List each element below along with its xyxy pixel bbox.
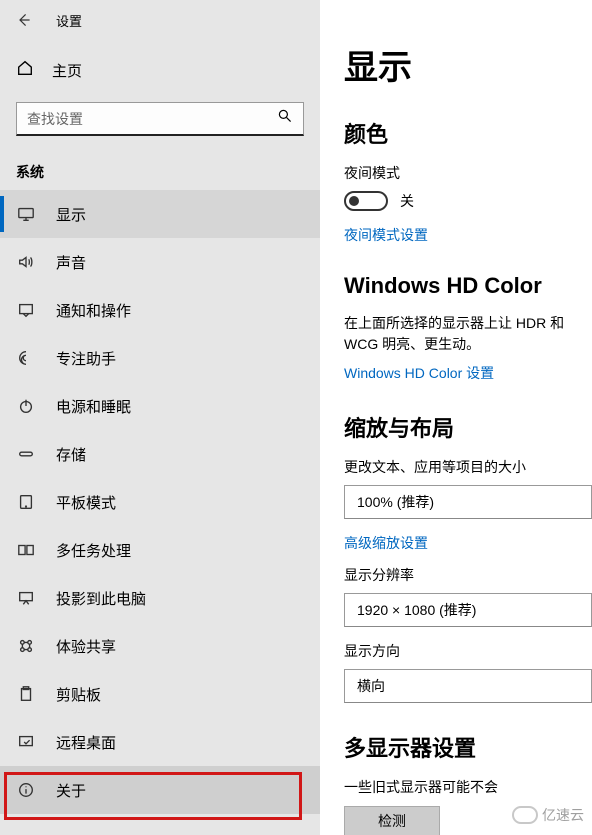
night-mode-label: 夜间模式: [344, 163, 592, 183]
scale-value: 100% (推荐): [357, 492, 434, 512]
sidebar-item-label: 声音: [56, 252, 86, 273]
sidebar-item-clipboard[interactable]: 剪贴板: [0, 670, 320, 718]
multi-desc: 一些旧式显示器可能不会: [344, 777, 592, 798]
sidebar-item-label: 专注助手: [56, 348, 116, 369]
sidebar-item-remote[interactable]: 远程桌面: [0, 718, 320, 766]
tablet-icon: [16, 492, 36, 512]
main-panel: 显示 颜色 夜间模式 关 夜间模式设置 Windows HD Color 在上面…: [320, 0, 592, 835]
sidebar-item-label: 平板模式: [56, 492, 116, 513]
sidebar-item-power[interactable]: 电源和睡眠: [0, 382, 320, 430]
section-color: 颜色: [344, 117, 592, 149]
section-multi: 多显示器设置: [344, 731, 592, 763]
orientation-dropdown[interactable]: 横向: [344, 669, 592, 703]
nav-list: 显示声音通知和操作专注助手电源和睡眠存储平板模式多任务处理投影到此电脑体验共享剪…: [0, 190, 320, 814]
remote-icon: [16, 732, 36, 752]
search-input[interactable]: [27, 111, 277, 127]
section-hd: Windows HD Color: [344, 273, 592, 299]
notifications-icon: [16, 300, 36, 320]
hd-desc: 在上面所选择的显示器上让 HDR 和 WCG 明亮、更生动。: [344, 313, 592, 355]
clipboard-icon: [16, 684, 36, 704]
section-scale: 缩放与布局: [344, 411, 592, 443]
home-label: 主页: [52, 60, 82, 81]
sidebar: 设置 主页 系统 显示声音通知和操作专注助手电源和睡眠存储平板模式多任务处理投影…: [0, 0, 320, 835]
sidebar-item-label: 体验共享: [56, 636, 116, 657]
sidebar-item-shared[interactable]: 体验共享: [0, 622, 320, 670]
home-icon: [16, 59, 34, 82]
sidebar-item-sound[interactable]: 声音: [0, 238, 320, 286]
orientation-value: 横向: [357, 676, 385, 696]
resolution-dropdown[interactable]: 1920 × 1080 (推荐): [344, 593, 592, 627]
sidebar-item-label: 通知和操作: [56, 300, 131, 321]
watermark: 亿速云: [512, 805, 584, 825]
night-mode-toggle[interactable]: [344, 191, 388, 211]
resolution-label: 显示分辨率: [344, 565, 592, 585]
advanced-scale-link[interactable]: 高级缩放设置: [344, 533, 592, 553]
toggle-state: 关: [400, 191, 414, 211]
watermark-text: 亿速云: [542, 805, 584, 825]
sidebar-item-about[interactable]: 关于: [0, 766, 320, 814]
night-mode-settings-link[interactable]: 夜间模式设置: [344, 225, 592, 245]
about-icon: [16, 780, 36, 800]
project-icon: [16, 588, 36, 608]
app-title: 设置: [56, 11, 82, 30]
search-wrap: [0, 94, 320, 148]
sidebar-item-label: 投影到此电脑: [56, 588, 146, 609]
sidebar-item-tablet[interactable]: 平板模式: [0, 478, 320, 526]
page-title: 显示: [344, 40, 592, 89]
titlebar: 设置: [0, 0, 320, 40]
focus-icon: [16, 348, 36, 368]
hd-settings-link[interactable]: Windows HD Color 设置: [344, 363, 592, 383]
multitask-icon: [16, 540, 36, 560]
cloud-icon: [512, 806, 538, 824]
detect-button[interactable]: 检测: [344, 806, 440, 835]
sidebar-item-multitask[interactable]: 多任务处理: [0, 526, 320, 574]
shared-icon: [16, 636, 36, 656]
display-icon: [16, 204, 36, 224]
sound-icon: [16, 252, 36, 272]
search-box[interactable]: [16, 102, 304, 136]
sidebar-item-display[interactable]: 显示: [0, 190, 320, 238]
detect-label: 检测: [378, 811, 406, 831]
back-icon[interactable]: [14, 10, 34, 30]
home-button[interactable]: 主页: [0, 46, 320, 94]
resolution-value: 1920 × 1080 (推荐): [357, 600, 476, 620]
sidebar-item-label: 存储: [56, 444, 86, 465]
sidebar-item-label: 远程桌面: [56, 732, 116, 753]
sidebar-item-focus[interactable]: 专注助手: [0, 334, 320, 382]
scale-dropdown[interactable]: 100% (推荐): [344, 485, 592, 519]
sidebar-item-project[interactable]: 投影到此电脑: [0, 574, 320, 622]
scale-label: 更改文本、应用等项目的大小: [344, 457, 592, 477]
sidebar-item-label: 电源和睡眠: [56, 396, 131, 417]
search-icon: [277, 108, 293, 129]
sidebar-item-label: 多任务处理: [56, 540, 131, 561]
sidebar-item-label: 剪贴板: [56, 684, 101, 705]
section-header: 系统: [0, 148, 320, 190]
sidebar-item-storage[interactable]: 存储: [0, 430, 320, 478]
orientation-label: 显示方向: [344, 641, 592, 661]
night-mode-toggle-row: 关: [344, 191, 592, 211]
storage-icon: [16, 444, 36, 464]
power-icon: [16, 396, 36, 416]
sidebar-item-label: 显示: [56, 204, 86, 225]
sidebar-item-label: 关于: [56, 780, 86, 801]
sidebar-item-notifications[interactable]: 通知和操作: [0, 286, 320, 334]
